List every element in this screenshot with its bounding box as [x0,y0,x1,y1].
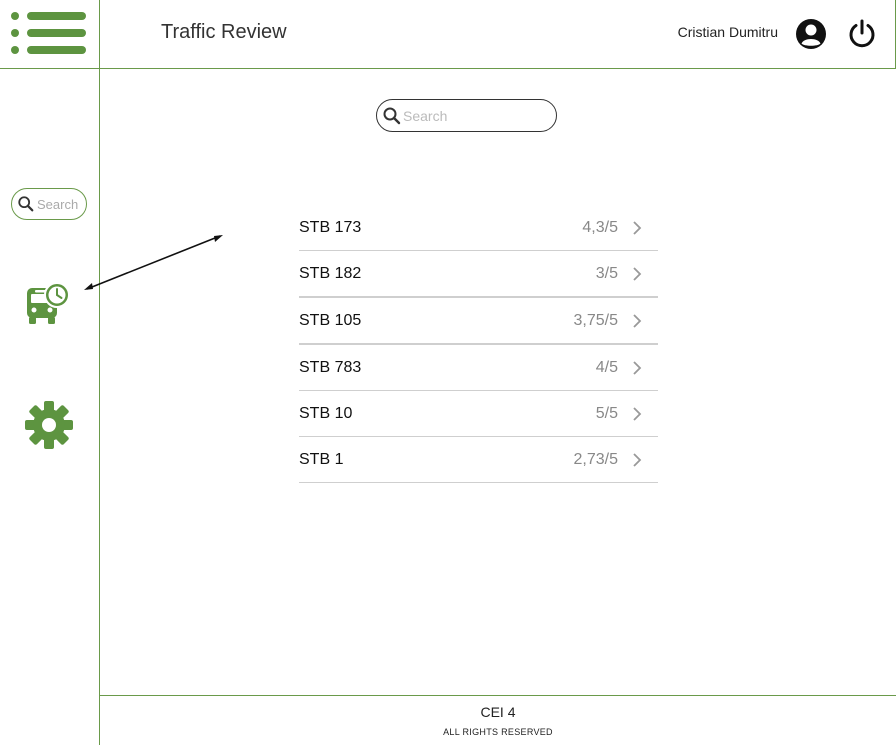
user-name: Cristian Dumitru [677,24,778,40]
search-icon [383,107,401,124]
vehicle-name: STB 105 [299,311,362,329]
chevron-right-icon [633,452,642,467]
vehicle-name: STB 1 [299,450,344,468]
vehicle-rating: 3/5 [595,264,618,282]
sidebar-search-input[interactable] [37,196,87,212]
footer-rights: ALL RIGHTS RESERVED [443,727,553,737]
vehicle-name: STB 783 [299,358,362,376]
vehicle-rating: 4,3/5 [582,218,618,236]
vehicle-name: STB 182 [299,264,362,282]
sidebar [0,0,100,745]
power-icon[interactable] [846,18,878,50]
page-title: Traffic Review [161,21,287,43]
chevron-right-icon [633,220,642,235]
vehicle-name: STB 173 [299,218,362,236]
chevron-right-icon [633,406,642,421]
user-avatar-icon[interactable] [795,18,827,50]
vehicle-rating: 4/5 [595,358,618,376]
chevron-right-icon [633,266,642,281]
vehicle-rating: 5/5 [595,404,618,422]
list-item[interactable]: STB 1 2,73/5 [299,437,658,483]
list-item[interactable]: STB 783 4/5 [299,345,658,391]
gear-icon[interactable] [24,400,74,450]
chevron-right-icon [633,360,642,375]
search-icon [18,196,34,212]
vehicle-list: STB 173 4,3/5 STB 182 3/5 STB 105 3,75/5… [299,205,658,483]
list-item[interactable]: STB 10 5/5 [299,391,658,437]
footer-code: CEI 4 [480,704,516,720]
annotation-arrow [84,235,223,290]
vehicle-rating: 2,73/5 [573,450,618,468]
main-search-input[interactable] [403,107,543,124]
vehicle-name: STB 10 [299,404,353,422]
sidebar-search[interactable] [11,188,87,220]
chevron-right-icon [633,313,642,328]
list-item[interactable]: STB 105 3,75/5 [299,298,658,345]
list-item[interactable]: STB 182 3/5 [299,251,658,298]
bus-clock-icon[interactable] [24,280,72,326]
main-search[interactable] [376,99,557,132]
footer: CEI 4 ALL RIGHTS RESERVED [100,695,896,745]
vehicle-rating: 3,75/5 [573,311,618,329]
menu-icon[interactable] [10,10,88,56]
header-bar: Traffic Review Cristian Dumitru [100,0,896,69]
list-item[interactable]: STB 173 4,3/5 [299,205,658,251]
menu-band [0,0,100,69]
